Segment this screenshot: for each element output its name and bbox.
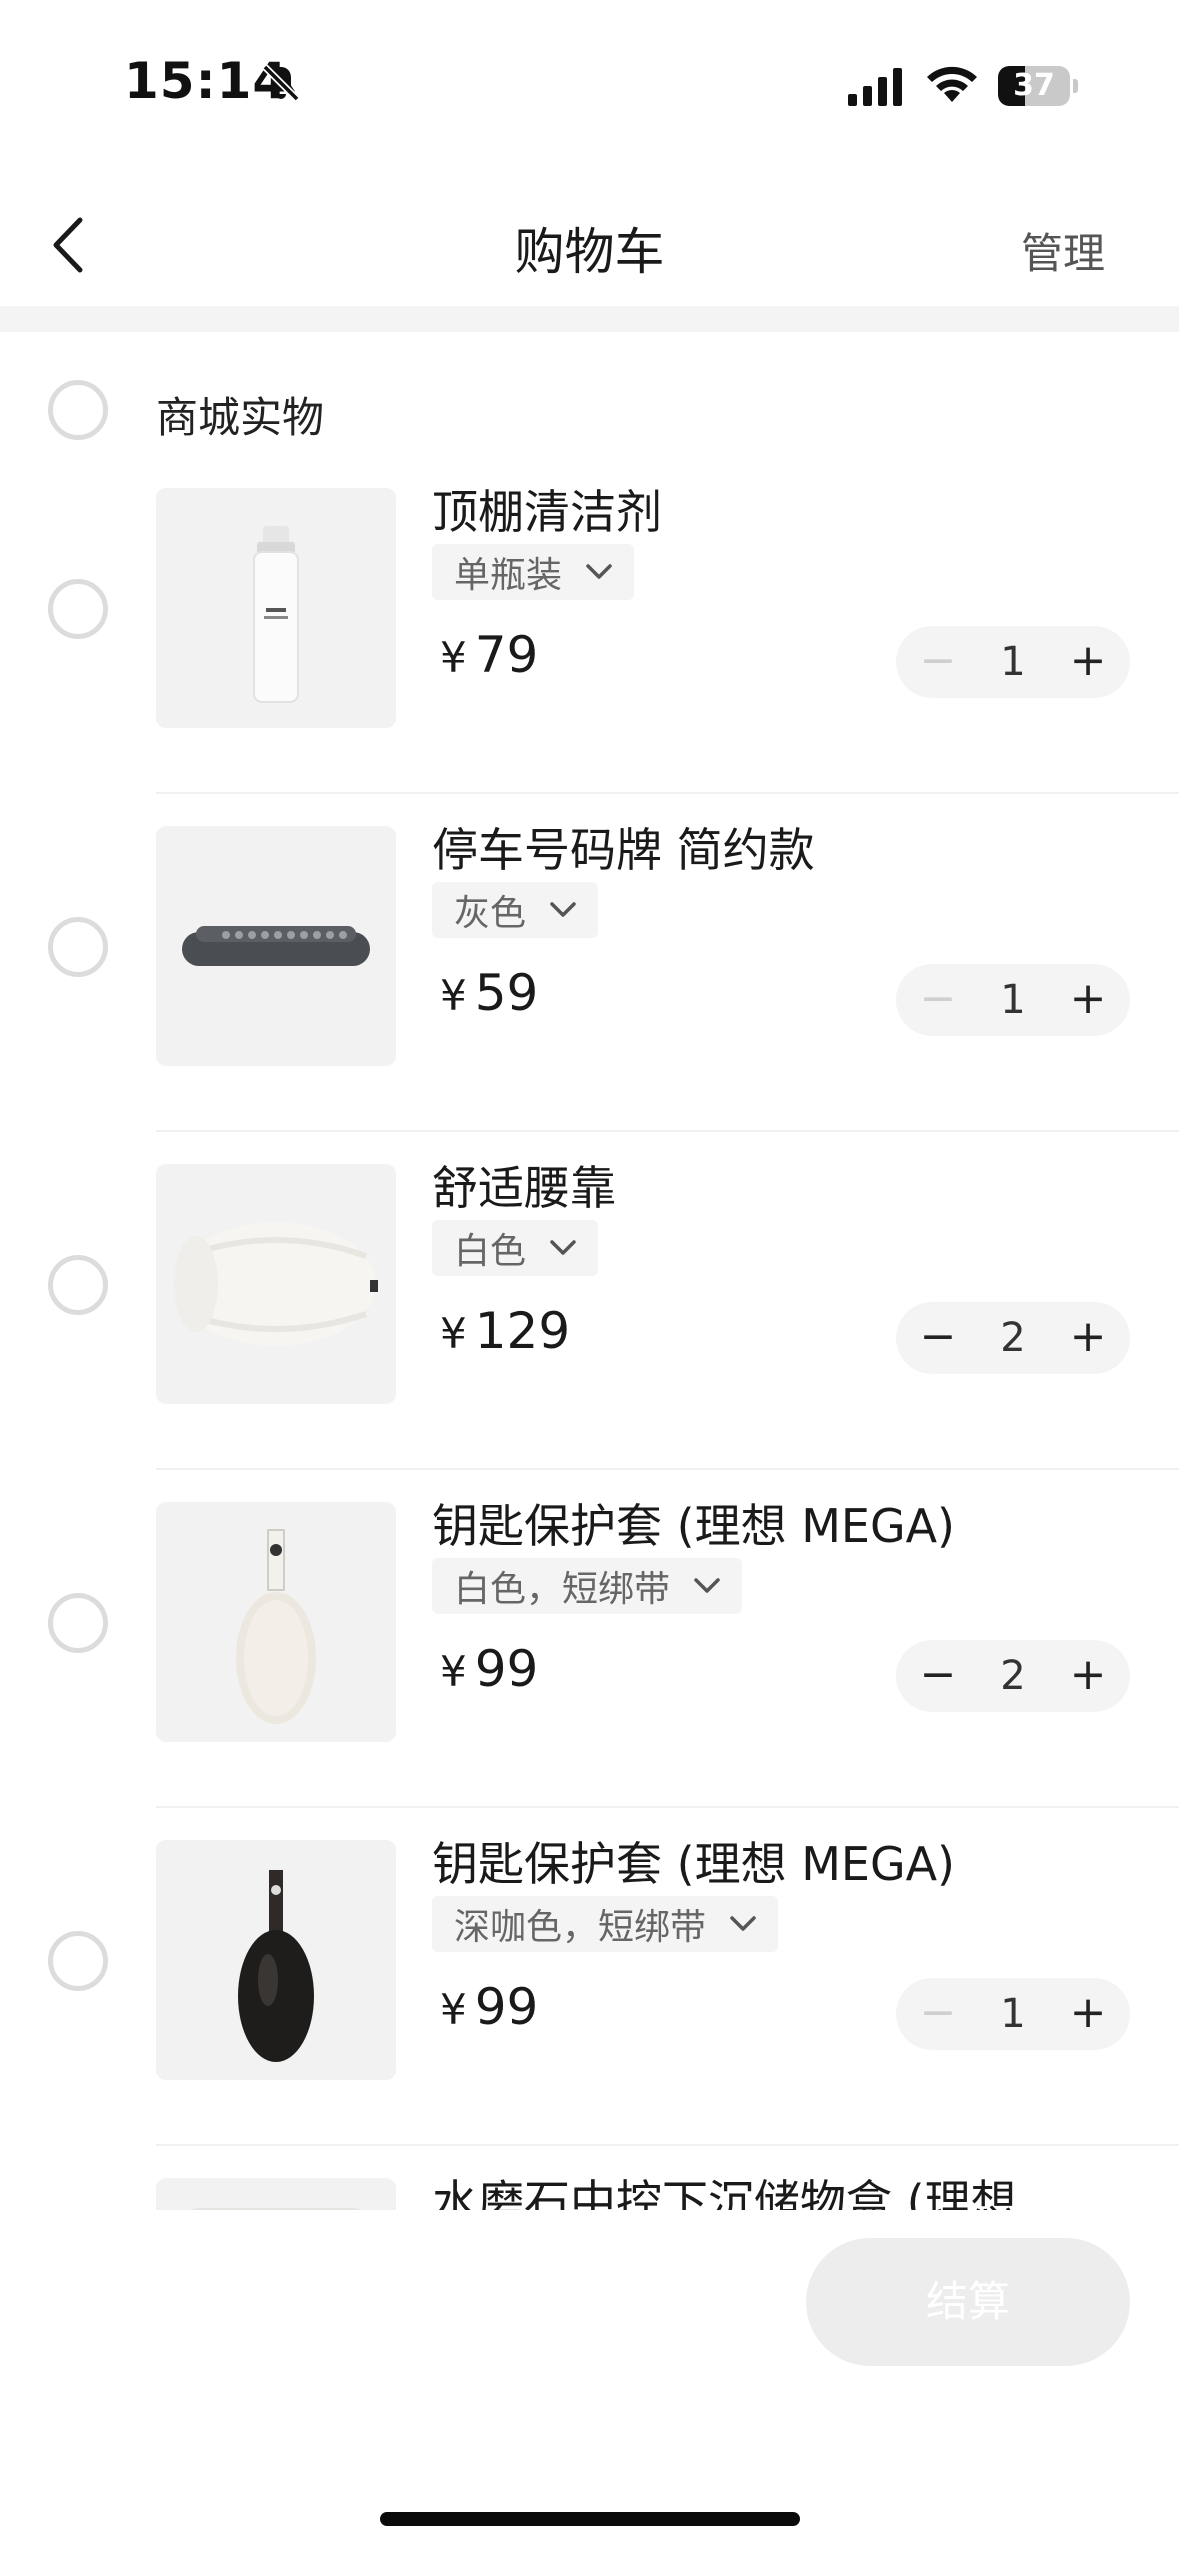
increase-quantity-button[interactable]: + [1052,1302,1124,1374]
chevron-down-icon [550,1240,576,1255]
product-image[interactable] [156,1840,396,2080]
variant-label: 深咖色，短绑带 [454,1907,707,1948]
product-price: ¥99 [440,1640,538,1698]
product-price: ¥79 [440,626,538,684]
chevron-down-icon [694,1578,720,1593]
item-select-radio[interactable] [48,917,108,977]
product-title[interactable]: 停车号码牌 简约款 [432,814,815,880]
cart-item[interactable]: 舒适腰靠白色 ¥129 −2 + [0,1132,1179,1470]
product-image[interactable] [156,1164,396,1404]
chevron-down-icon [730,1916,756,1931]
product-image[interactable] [156,1502,396,1742]
price-value: 99 [474,1978,539,2036]
increase-quantity-button[interactable]: + [1052,626,1124,698]
variant-selector[interactable]: 白色 [432,1220,599,1276]
cart-item[interactable]: 水磨石中控下沉储物盒 (理想 [0,2146,1179,2210]
cart-item[interactable]: 停车号码牌 简约款灰色 ¥59 −1 + [0,794,1179,1132]
quantity-stepper: −1 + [896,964,1130,1036]
decrease-quantity-button[interactable]: − [902,1978,974,2050]
price-value: 59 [474,964,539,1022]
cellular-signal-icon [848,68,902,106]
manage-button[interactable]: 管理 [1021,220,1105,281]
variant-selector[interactable]: 深咖色，短绑带 [432,1896,779,1952]
home-indicator [380,2512,800,2526]
decrease-quantity-button[interactable]: − [902,1640,974,1712]
variant-label: 白色，短绑带 [454,1569,671,1610]
nav-bar: 购物车 管理 [0,190,1179,300]
checkout-button[interactable]: 结算 [806,2238,1130,2366]
decrease-quantity-button[interactable]: − [902,1302,974,1374]
price-value: 99 [474,1640,539,1698]
page-title: 购物车 [514,223,665,281]
quantity-value[interactable]: 1 [968,964,1058,1036]
quantity-value[interactable]: 2 [968,1302,1058,1374]
quantity-value[interactable]: 1 [968,626,1058,698]
increase-quantity-button[interactable]: + [1052,1640,1124,1712]
variant-label: 单瓶装 [454,555,563,596]
bell-slash-icon [262,64,300,102]
battery-icon: 37 [998,66,1078,106]
price-value: 129 [474,1302,571,1360]
variant-selector[interactable]: 单瓶装 [432,544,635,600]
item-select-radio[interactable] [48,1255,108,1315]
product-title[interactable]: 水磨石中控下沉储物盒 (理想 [432,2166,1017,2210]
currency-symbol: ¥ [440,1309,467,1358]
section-divider [0,306,1179,332]
cart-item[interactable]: 顶棚清洁剂单瓶装 ¥79 −1 + [0,456,1179,794]
chevron-down-icon [586,564,612,579]
cart-list: 顶棚清洁剂 单瓶装 ¥79−1 + 停车号码牌 简约款 灰色 ¥59−1 + 舒适腰靠 白色 ¥12… [0,456,1179,2210]
variant-label: 灰色 [454,893,527,934]
group-label: 商城实物 [156,393,325,442]
quantity-stepper: −2 + [896,1302,1130,1374]
product-price: ¥129 [440,1302,570,1360]
product-image[interactable] [156,826,396,1066]
quantity-value[interactable]: 1 [968,1978,1058,2050]
store-group-header: 商城实物 [0,370,1179,450]
quantity-value[interactable]: 2 [968,1640,1058,1712]
product-price: ¥99 [440,1978,538,2036]
currency-symbol: ¥ [440,1985,467,2034]
item-select-radio[interactable] [48,1931,108,1991]
decrease-quantity-button[interactable]: − [902,626,974,698]
quantity-stepper: −1 + [896,1978,1130,2050]
decrease-quantity-button[interactable]: − [902,964,974,1036]
increase-quantity-button[interactable]: + [1052,1978,1124,2050]
product-image[interactable] [156,2178,396,2210]
currency-symbol: ¥ [440,971,467,1020]
item-select-radio[interactable] [48,1593,108,1653]
variant-selector[interactable]: 灰色 [432,882,599,938]
price-value: 79 [474,626,539,684]
quantity-stepper: −1 + [896,626,1130,698]
quantity-stepper: −2 + [896,1640,1130,1712]
variant-label: 白色 [454,1231,527,1272]
product-image[interactable] [156,488,396,728]
product-title[interactable]: 钥匙保护套 (理想 MEGA) [432,1490,955,1556]
group-select-radio[interactable] [48,380,108,440]
wifi-icon [927,66,977,102]
item-select-radio[interactable] [48,579,108,639]
currency-symbol: ¥ [440,633,467,682]
increase-quantity-button[interactable]: + [1052,964,1124,1036]
chevron-down-icon [550,902,576,917]
product-title[interactable]: 顶棚清洁剂 [432,476,662,542]
cart-item[interactable]: 钥匙保护套 (理想 MEGA) 深咖色，短绑带 ¥99 −1 + [0,1808,1179,2146]
battery-percent: 37 [1013,68,1055,103]
product-price: ¥59 [440,964,538,1022]
variant-selector[interactable]: 白色，短绑带 [432,1558,743,1614]
cart-item[interactable]: 钥匙保护套 (理想 MEGA) 白色，短绑带 ¥99 −2 + [0,1470,1179,1808]
product-title[interactable]: 舒适腰靠 [432,1152,616,1218]
product-title[interactable]: 钥匙保护套 (理想 MEGA) [432,1828,955,1894]
currency-symbol: ¥ [440,1647,467,1696]
status-bar: 15:14 37 [0,0,1179,170]
